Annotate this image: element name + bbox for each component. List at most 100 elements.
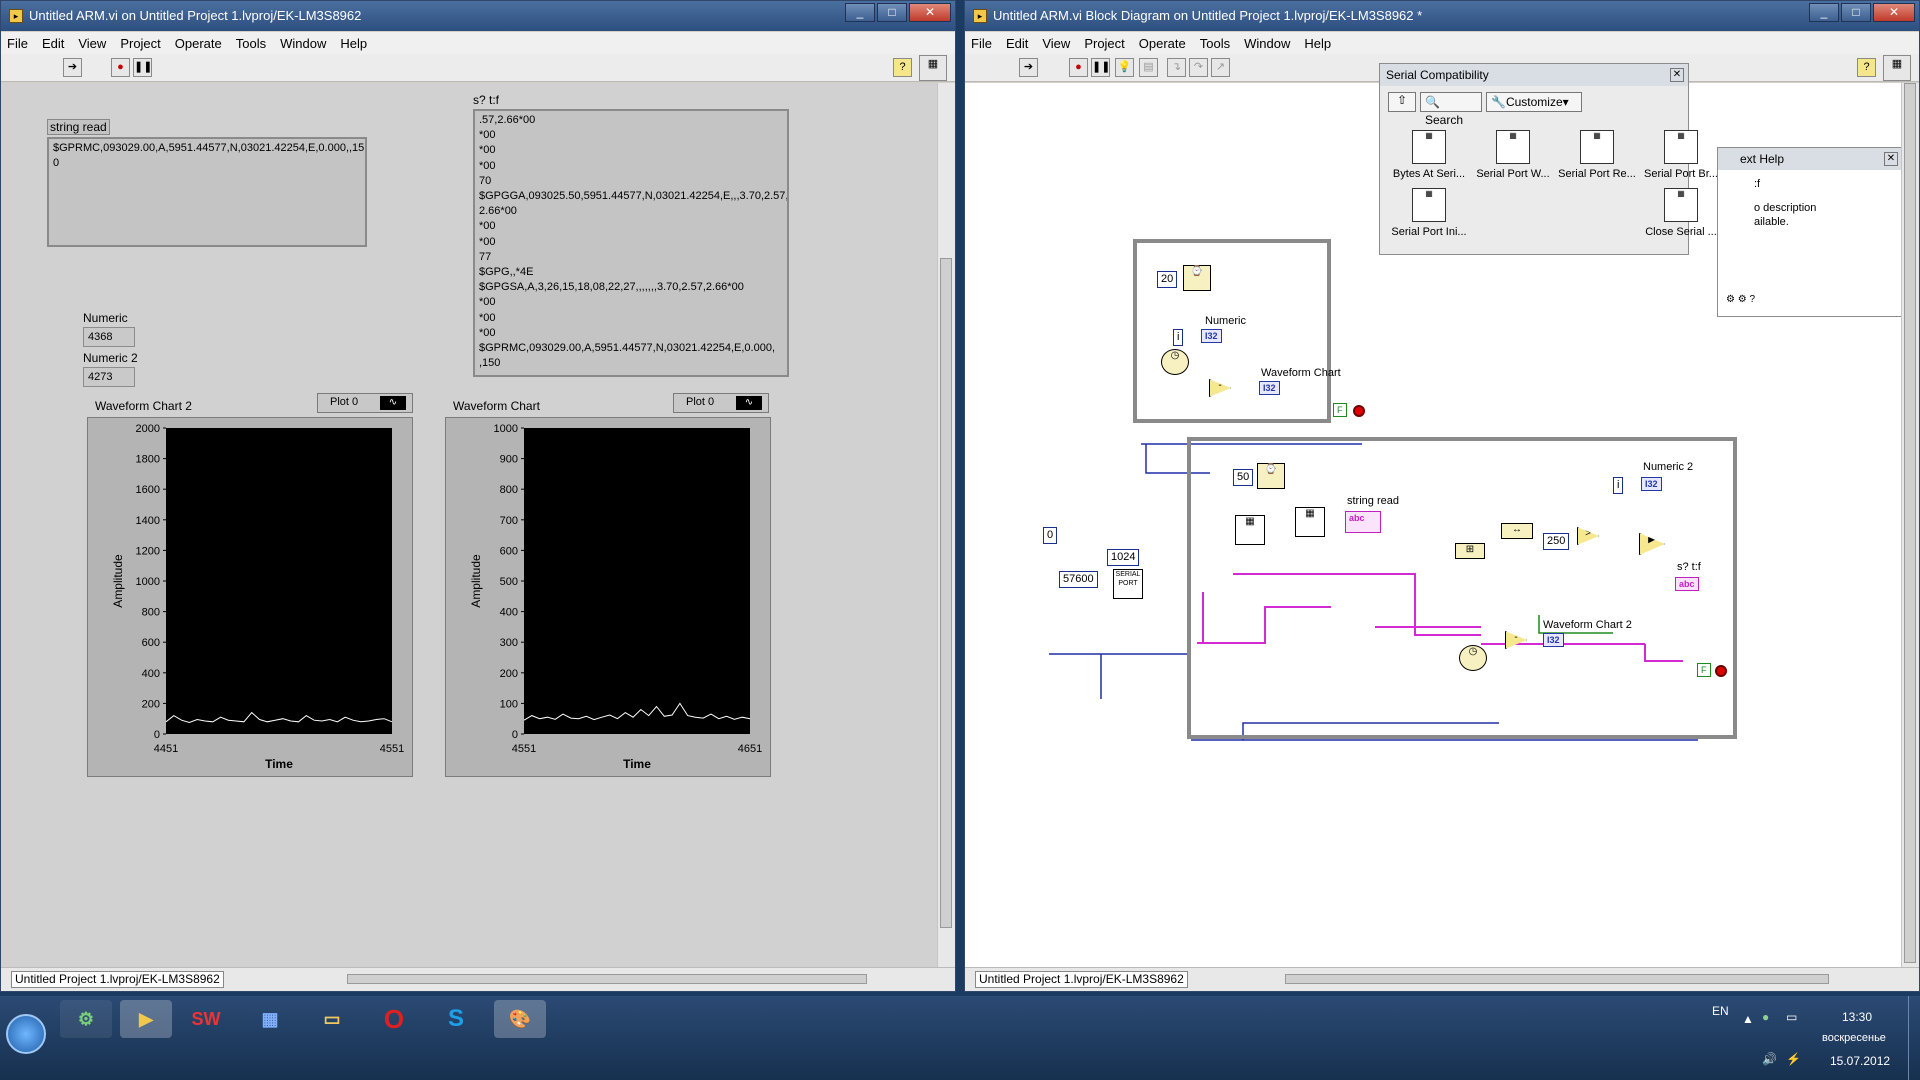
loop1-false-constant[interactable]: F — [1333, 403, 1347, 417]
tray-monitor-icon[interactable]: ▭ — [1786, 1010, 1797, 1024]
block-diagram-titlebar[interactable]: ▸ Untitled ARM.vi Block Diagram on Untit… — [965, 1, 1919, 31]
taskbar-paint-icon[interactable]: 🎨 — [494, 1000, 546, 1038]
menu-file[interactable]: File — [7, 36, 28, 51]
wait-ms-icon[interactable]: ⌚ — [1257, 463, 1285, 489]
string-read-terminal[interactable]: abc — [1345, 511, 1381, 533]
serial-port-init-node[interactable]: SERIAL PORT — [1113, 569, 1143, 599]
serial-read-node[interactable]: ▦ — [1295, 507, 1325, 537]
tray-power-icon[interactable]: ⚡ — [1786, 1052, 1801, 1066]
scroll-thumb[interactable] — [940, 258, 952, 928]
palette-item-serial-port-init[interactable]: ▦ Serial Port Ini... — [1388, 188, 1470, 238]
palette-search-button[interactable]: 🔍 Search — [1420, 92, 1482, 127]
taskbar-network-icon[interactable]: ⚙ — [60, 1000, 112, 1038]
menu-help[interactable]: Help — [340, 36, 367, 51]
palette-item-serial-port-read[interactable]: ▦ Serial Port Re... — [1556, 130, 1638, 180]
menu-view[interactable]: View — [1042, 36, 1070, 51]
taskbar-labview-icon[interactable]: ▶ — [120, 1000, 172, 1038]
waveform-chart-2-terminal[interactable]: I32 — [1543, 633, 1564, 647]
abort-icon[interactable]: ● — [1069, 58, 1088, 77]
scroll-thumb[interactable] — [1904, 83, 1916, 963]
palette-item-serial-port-break[interactable]: ▦ Serial Port Br... — [1640, 130, 1722, 180]
menu-operate[interactable]: Operate — [1139, 36, 1186, 51]
project-path[interactable]: Untitled Project 1.lvproj/EK-LM3S8962 — [975, 971, 1188, 988]
menu-edit[interactable]: Edit — [42, 36, 64, 51]
front-panel-titlebar[interactable]: ▸ Untitled ARM.vi on Untitled Project 1.… — [1, 1, 955, 31]
context-help-window[interactable]: ext Help ✕ :f o description ailable. ⚙ ⚙… — [1717, 147, 1903, 317]
tray-volume-icon[interactable]: 🔊 — [1762, 1052, 1777, 1066]
constant-1024[interactable]: 1024 — [1107, 549, 1140, 566]
constant-0[interactable]: 0 — [1043, 527, 1058, 544]
close-button[interactable]: ✕ — [909, 3, 951, 22]
pause-icon[interactable]: ❚❚ — [133, 58, 152, 77]
run-arrow-icon[interactable]: ➔ — [1019, 58, 1038, 77]
constant-250[interactable]: 250 — [1543, 533, 1570, 550]
minimize-button[interactable]: _ — [845, 3, 875, 22]
concatenate-node[interactable]: ⊞ — [1455, 543, 1485, 559]
taskbar-opera-icon[interactable]: O — [368, 1000, 420, 1038]
minimize-button[interactable]: _ — [1809, 3, 1839, 22]
stop-icon[interactable] — [1715, 665, 1727, 677]
serial-compatibility-palette[interactable]: Serial Compatibility ✕ ⇧ 🔍 Search 🔧Custo… — [1379, 63, 1718, 255]
chart1-legend[interactable]: Plot 0 ∿ — [673, 393, 769, 413]
step-over-icon[interactable]: ↷ — [1189, 58, 1208, 77]
pause-icon[interactable]: ❚❚ — [1091, 58, 1110, 77]
chart2-legend[interactable]: Plot 0 ∿ — [317, 393, 413, 413]
context-help-close-icon[interactable]: ✕ — [1884, 152, 1898, 166]
taskbar-calculator-icon[interactable]: ▦ — [244, 1000, 296, 1038]
bytes-at-port-node[interactable]: ▦ — [1235, 515, 1265, 545]
horizontal-scroll-thumb[interactable] — [1285, 974, 1829, 984]
vertical-scrollbar[interactable] — [1901, 83, 1919, 967]
help-icon[interactable]: ? — [893, 58, 912, 77]
numeric-2-terminal[interactable]: I32 — [1641, 477, 1662, 491]
maximize-button[interactable]: □ — [1841, 3, 1871, 22]
wait-constant-20[interactable]: 20 — [1157, 271, 1178, 288]
numeric-terminal[interactable]: I32 — [1201, 329, 1222, 343]
loop2-false-constant[interactable]: F — [1697, 663, 1711, 677]
loop1-iteration-terminal[interactable]: i — [1173, 329, 1184, 346]
string-length-node[interactable]: ↔ — [1501, 523, 1533, 539]
wait-constant-50[interactable]: 50 — [1233, 469, 1254, 486]
clock-time[interactable]: 13:30 — [1842, 1010, 1872, 1024]
clock-day[interactable]: воскресенье — [1822, 1032, 1886, 1044]
menu-project[interactable]: Project — [120, 36, 160, 51]
menu-operate[interactable]: Operate — [175, 36, 222, 51]
menu-project[interactable]: Project — [1084, 36, 1124, 51]
retain-wire-values-icon[interactable]: ▤ — [1139, 58, 1158, 77]
menu-file[interactable]: File — [971, 36, 992, 51]
tick-count-icon[interactable]: ◷ — [1459, 645, 1487, 671]
tray-expand-icon[interactable]: ▲ — [1742, 1012, 1754, 1026]
tray-network-icon[interactable]: ● — [1762, 1010, 1769, 1024]
run-arrow-icon[interactable]: ➔ — [63, 58, 82, 77]
while-loop-1[interactable] — [1133, 239, 1331, 423]
maximize-button[interactable]: □ — [877, 3, 907, 22]
menu-view[interactable]: View — [78, 36, 106, 51]
help-icon[interactable]: ? — [1857, 58, 1876, 77]
abort-icon[interactable]: ● — [111, 58, 130, 77]
start-button[interactable] — [6, 1014, 46, 1054]
vertical-scrollbar[interactable] — [937, 83, 955, 967]
palette-item-bytes-at-serial[interactable]: ▦ Bytes At Seri... — [1388, 130, 1470, 180]
project-path[interactable]: Untitled Project 1.lvproj/EK-LM3S8962 — [11, 971, 224, 988]
tick-count-icon[interactable]: ◷ — [1161, 349, 1189, 375]
highlight-execution-icon[interactable]: 💡 — [1115, 58, 1134, 77]
menu-window[interactable]: Window — [280, 36, 326, 51]
menu-edit[interactable]: Edit — [1006, 36, 1028, 51]
show-desktop-button[interactable] — [1908, 996, 1920, 1080]
taskbar-folder-icon[interactable]: ▭ — [306, 1000, 358, 1038]
vi-connector-icon[interactable]: ▦ — [919, 55, 947, 81]
taskbar-solidworks-icon[interactable]: SW — [180, 1000, 232, 1038]
loop2-iteration-terminal[interactable]: i — [1613, 477, 1624, 494]
menu-window[interactable]: Window — [1244, 36, 1290, 51]
step-into-icon[interactable]: ↴ — [1167, 58, 1186, 77]
wait-ms-icon[interactable]: ⌚ — [1183, 265, 1211, 291]
language-indicator[interactable]: EN — [1712, 1004, 1729, 1018]
menu-help[interactable]: Help — [1304, 36, 1331, 51]
palette-item-serial-port-write[interactable]: ▦ Serial Port W... — [1472, 130, 1554, 180]
clock-date[interactable]: 15.07.2012 — [1830, 1054, 1890, 1068]
close-button[interactable]: ✕ — [1873, 3, 1915, 22]
menu-tools[interactable]: Tools — [1200, 36, 1230, 51]
constant-baud-57600[interactable]: 57600 — [1059, 571, 1098, 588]
palette-item-close-serial[interactable]: ▦ Close Serial ... — [1640, 188, 1722, 238]
waveform-chart-terminal[interactable]: I32 — [1259, 381, 1280, 395]
taskbar-skype-icon[interactable]: S — [430, 1000, 482, 1038]
